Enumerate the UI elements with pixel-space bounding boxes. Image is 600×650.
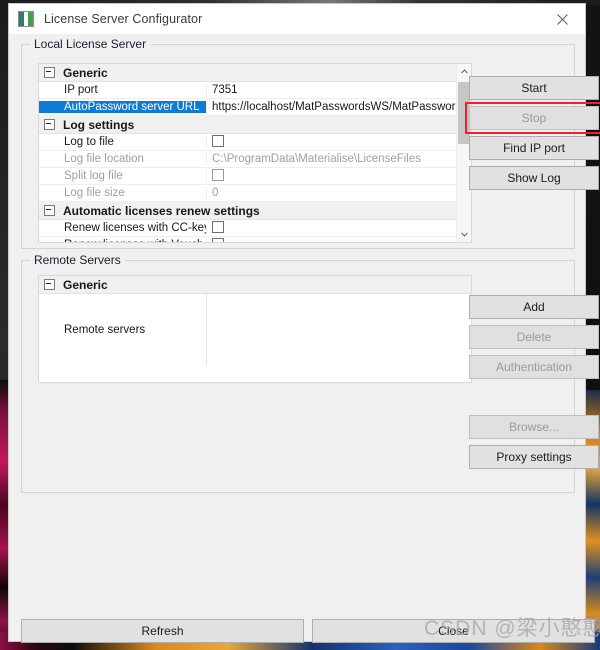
property-value[interactable] [207, 294, 471, 366]
start-button[interactable]: Start [469, 76, 599, 100]
property-value [207, 169, 458, 183]
title-bar: License Server Configurator [9, 4, 585, 34]
remote-group-legend: Remote Servers [30, 253, 125, 267]
property-name: Split log file [39, 170, 207, 182]
delete-button[interactable]: Delete [469, 325, 599, 349]
add-button[interactable]: Add [469, 295, 599, 319]
property-value[interactable] [207, 135, 458, 149]
authentication-button[interactable]: Authentication [469, 355, 599, 379]
scroll-down-icon[interactable] [457, 227, 471, 242]
category-label: Automatic licenses renew settings [63, 203, 260, 218]
close-button[interactable]: Close [312, 619, 595, 643]
category-label: Generic [63, 277, 108, 292]
property-row[interactable]: Renew licenses with CC-key [39, 220, 458, 237]
category-label: Generic [63, 65, 108, 80]
window-title: License Server Configurator [44, 12, 203, 26]
browse-button[interactable]: Browse... [469, 415, 599, 439]
property-category-row[interactable]: Log settings [39, 116, 458, 134]
collapse-icon[interactable] [44, 205, 55, 216]
local-group-legend: Local License Server [30, 37, 151, 51]
property-category-row[interactable]: Generic [39, 64, 458, 82]
app-icon [18, 11, 34, 27]
property-category-row[interactable]: Automatic licenses renew settings [39, 202, 458, 220]
property-name: Log to file [39, 136, 207, 148]
property-value: C:\ProgramData\Materialise\LicenseFiles [212, 153, 421, 165]
property-row-selected[interactable]: AutoPassword server URL https://localhos… [39, 99, 458, 116]
checkbox-unchecked[interactable] [212, 221, 224, 233]
property-value[interactable] [207, 221, 458, 235]
checkbox-unchecked [212, 169, 224, 181]
close-icon[interactable] [539, 4, 585, 34]
property-name: Renew licenses with CC-key [39, 222, 207, 234]
property-name: AutoPassword server URL [39, 101, 207, 113]
collapse-icon[interactable] [44, 67, 55, 78]
property-row[interactable]: Log file location C:\ProgramData\Materia… [39, 151, 458, 168]
property-name: Renew licenses with Vouch... [39, 239, 207, 242]
property-value: 0 [212, 187, 219, 199]
category-label: Log settings [63, 117, 135, 132]
remote-servers-property-grid[interactable]: Generic Remote servers [38, 275, 472, 383]
property-category-row[interactable]: Generic [39, 276, 471, 294]
property-value[interactable]: https://localhost/MatPasswordsWS/MatPass… [207, 101, 458, 113]
property-value[interactable] [207, 238, 458, 242]
collapse-icon[interactable] [44, 119, 55, 130]
property-row[interactable]: Split log file [39, 168, 458, 185]
local-settings-property-grid[interactable]: Generic IP port 7351 AutoPassword server… [38, 63, 472, 243]
property-name: Log file location [39, 153, 207, 165]
stop-button[interactable]: Stop [469, 106, 599, 130]
property-row[interactable]: Log file size 0 [39, 185, 458, 202]
property-name: Log file size [39, 187, 207, 199]
property-name: IP port [39, 84, 207, 96]
collapse-icon[interactable] [44, 279, 55, 290]
property-name: Remote servers [39, 294, 207, 366]
license-server-configurator-window: License Server Configurator Local Licens… [8, 3, 600, 643]
property-row[interactable]: Log to file [39, 134, 458, 151]
checkbox-unchecked[interactable] [212, 135, 224, 147]
proxy-settings-button[interactable]: Proxy settings [469, 445, 599, 469]
property-row[interactable]: Remote servers [39, 294, 471, 366]
property-row[interactable]: IP port 7351 [39, 82, 458, 99]
find-ip-port-button[interactable]: Find IP port [469, 136, 599, 160]
checkbox-unchecked[interactable] [212, 238, 224, 242]
show-log-button[interactable]: Show Log [469, 166, 599, 190]
property-value[interactable]: 7351 [207, 84, 458, 96]
property-row[interactable]: Renew licenses with Vouch... [39, 237, 458, 242]
refresh-button[interactable]: Refresh [21, 619, 304, 643]
